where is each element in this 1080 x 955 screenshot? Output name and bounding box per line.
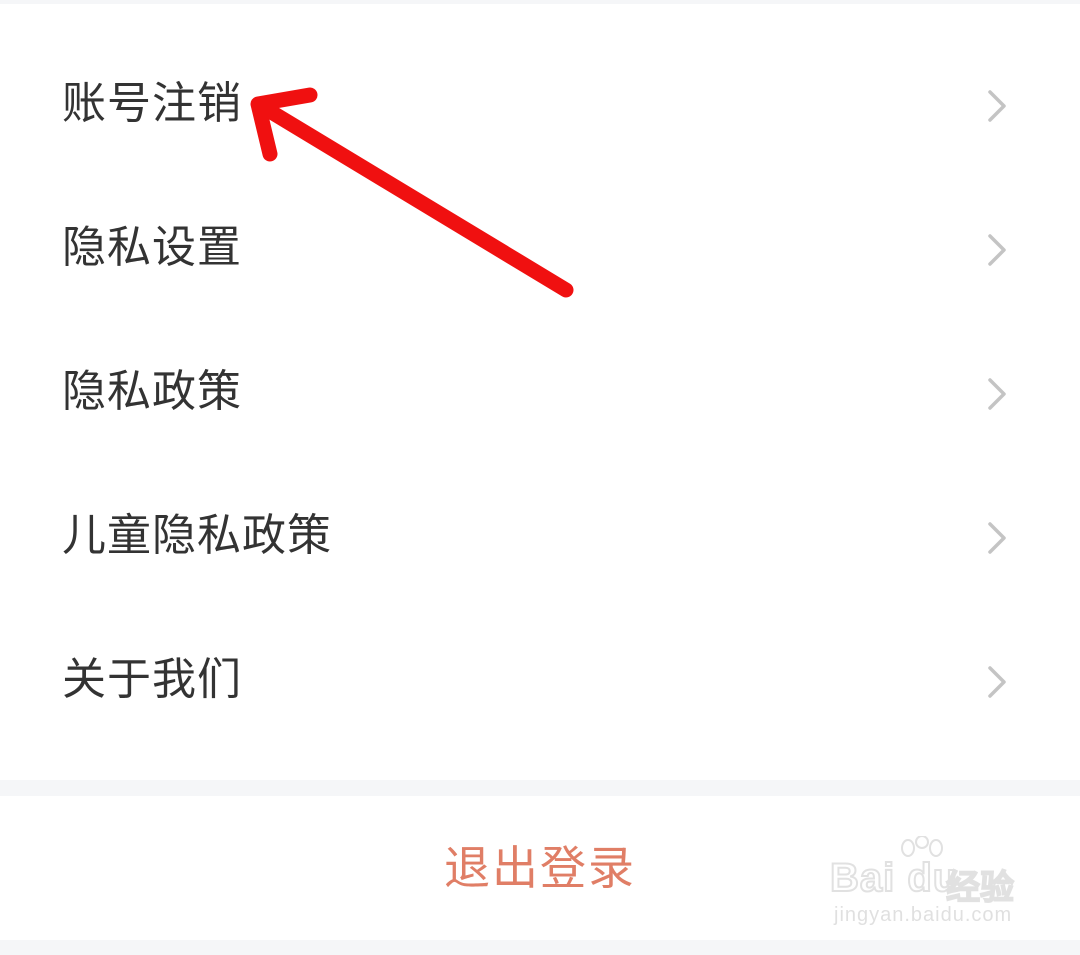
logout-label: 退出登录 <box>444 841 636 895</box>
menu-item-label: 账号注销 <box>62 78 242 129</box>
bottom-divider <box>0 940 1080 955</box>
watermark-product: 经验 <box>945 867 1015 909</box>
menu-item-label: 关于我们 <box>62 654 242 705</box>
chevron-right-icon <box>982 520 1012 556</box>
menu-item-label: 隐私政策 <box>62 366 242 417</box>
menu-item-label: 儿童隐私政策 <box>62 510 332 561</box>
menu-item-about-us[interactable]: 关于我们 <box>0 606 1080 750</box>
menu-item-label: 隐私设置 <box>62 222 242 273</box>
baidu-jingyan-watermark: Bai du 经验 jingyan.baidu.com <box>826 836 1026 936</box>
chevron-right-icon <box>982 664 1012 700</box>
settings-page: 账号注销 隐私设置 隐私政策 儿童隐私政策 关于我们 退出登录 Bai du 经… <box>0 0 1080 955</box>
menu-item-child-privacy-policy[interactable]: 儿童隐私政策 <box>0 462 1080 606</box>
settings-menu: 账号注销 隐私设置 隐私政策 儿童隐私政策 关于我们 <box>0 30 1080 750</box>
chevron-right-icon <box>982 88 1012 124</box>
menu-item-privacy-settings[interactable]: 隐私设置 <box>0 174 1080 318</box>
chevron-right-icon <box>982 376 1012 412</box>
watermark-url: jingyan.baidu.com <box>834 904 1013 926</box>
menu-item-privacy-policy[interactable]: 隐私政策 <box>0 318 1080 462</box>
chevron-right-icon <box>982 232 1012 268</box>
menu-item-account-cancel[interactable]: 账号注销 <box>0 30 1080 174</box>
watermark-brand: Bai du <box>829 855 959 901</box>
section-divider <box>0 780 1080 796</box>
top-divider <box>0 0 1080 4</box>
